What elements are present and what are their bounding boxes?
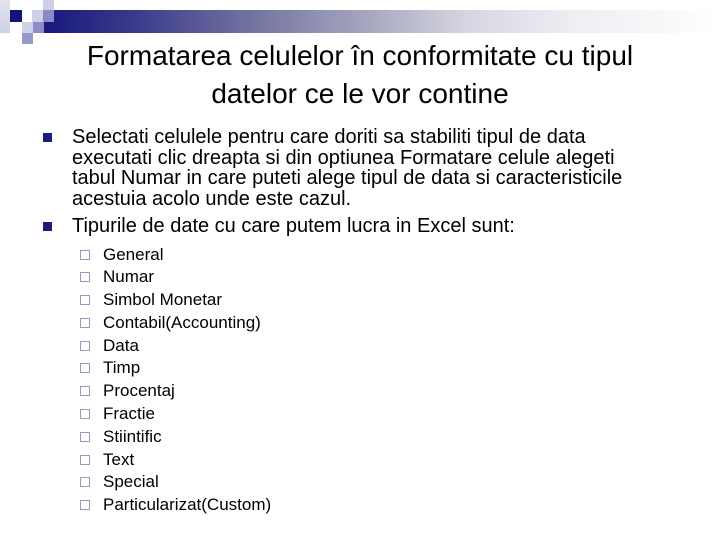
bullet-line: Selectati celulele pentru care doriti sa… bbox=[72, 126, 586, 148]
hollow-square-bullet-icon bbox=[80, 409, 90, 420]
list-item: Contabil(Accounting) bbox=[0, 312, 720, 335]
hollow-square-bullet-icon bbox=[80, 454, 90, 465]
list-item-label: Stiintific bbox=[103, 426, 162, 446]
list-item-label: Contabil(Accounting) bbox=[103, 312, 261, 332]
hollow-square-bullet-icon bbox=[80, 340, 90, 351]
list-item-label: General bbox=[103, 244, 164, 264]
list-item-label: Numar bbox=[103, 267, 155, 287]
bullet-line: Tipurile de date cu care putem lucra in … bbox=[72, 215, 515, 237]
hollow-square-bullet-icon bbox=[80, 272, 90, 283]
list-item: Numar bbox=[0, 266, 720, 289]
bullet-item: Selectati celulele pentru care doriti sa… bbox=[0, 127, 720, 209]
filled-square-bullet-icon bbox=[43, 133, 52, 142]
bullet-line: tabul Numar in care puteti alege tipul d… bbox=[72, 167, 623, 189]
decor-square bbox=[43, 10, 54, 22]
hollow-square-bullet-icon bbox=[80, 386, 90, 397]
list-item: General bbox=[0, 244, 720, 267]
decor-square bbox=[22, 22, 33, 33]
bullet-line: acestuia acolo unde este cazul. bbox=[72, 187, 352, 210]
list-item: Fractie bbox=[0, 403, 720, 426]
list-item-label: Particularizat(Custom) bbox=[103, 495, 272, 515]
decor-square bbox=[10, 10, 22, 22]
hollow-square-bullet-icon bbox=[80, 431, 90, 442]
data-type-list: General Numar Simbol Monetar Contabil(Ac… bbox=[0, 244, 720, 518]
hollow-square-bullet-icon bbox=[80, 295, 90, 306]
hollow-square-bullet-icon bbox=[80, 363, 90, 374]
list-item: Procentaj bbox=[0, 380, 720, 403]
hollow-square-bullet-icon bbox=[80, 477, 90, 488]
bullet-line: executati clic dreapta si din optiunea F… bbox=[72, 146, 615, 169]
list-item-label: Timp bbox=[103, 358, 141, 378]
list-item-label: Procentaj bbox=[103, 381, 175, 401]
decor-square bbox=[43, 0, 54, 10]
list-item-label: Text bbox=[103, 449, 135, 469]
slide-body: Selectati celulele pentru care doriti sa… bbox=[0, 127, 720, 517]
list-item-label: Data bbox=[103, 335, 139, 355]
hollow-square-bullet-icon bbox=[80, 317, 90, 328]
list-item: Special bbox=[0, 471, 720, 494]
list-item-label: Simbol Monetar bbox=[103, 290, 223, 310]
list-item: Stiintific bbox=[0, 426, 720, 449]
header-gradient-bar bbox=[54, 10, 720, 33]
list-item-label: Fractie bbox=[103, 404, 155, 424]
hollow-square-bullet-icon bbox=[80, 249, 90, 260]
filled-square-bullet-icon bbox=[43, 222, 52, 231]
decor-square bbox=[44, 22, 54, 33]
decor-square bbox=[32, 10, 43, 22]
decor-square bbox=[33, 22, 44, 33]
list-item: Timp bbox=[0, 357, 720, 380]
title-line: Formatarea celulelor în conformitate cu … bbox=[86, 40, 634, 71]
decor-square bbox=[0, 0, 10, 33]
title-line: datelor ce le vor contine bbox=[211, 78, 509, 109]
list-item: Text bbox=[0, 449, 720, 472]
list-item: Particularizat(Custom) bbox=[0, 494, 720, 517]
bullet-item: Tipurile de date cu care putem lucra in … bbox=[0, 216, 720, 237]
list-item: Data bbox=[0, 335, 720, 358]
slide-title: Formatarea celulelor în conformitate cu … bbox=[20, 37, 700, 113]
list-item: Simbol Monetar bbox=[0, 289, 720, 312]
hollow-square-bullet-icon bbox=[80, 500, 90, 511]
list-item-label: Special bbox=[103, 472, 159, 492]
